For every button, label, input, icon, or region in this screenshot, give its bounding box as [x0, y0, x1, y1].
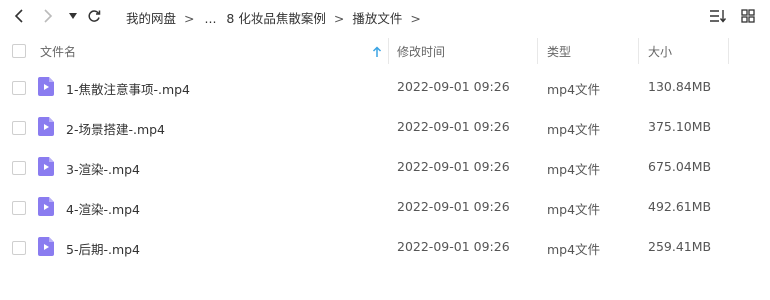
toolbar: 我的网盘 >... 8 化妆品焦散案例 > 播放文件 >	[0, 0, 770, 34]
file-type: mp4文件	[547, 242, 601, 257]
video-file-icon	[38, 77, 54, 96]
refresh-icon[interactable]	[84, 6, 104, 26]
breadcrumb-ellipsis[interactable]: ...	[205, 11, 217, 26]
breadcrumb-separator: >	[410, 11, 421, 26]
file-size: 675.04MB	[648, 159, 712, 174]
breadcrumb-root[interactable]: 我的网盘	[126, 8, 176, 27]
file-modified: 2022-09-01 09:26	[397, 79, 510, 94]
column-divider[interactable]	[388, 38, 389, 64]
file-size: 375.10MB	[648, 119, 712, 134]
file-name[interactable]: 3-渲染-.mp4	[66, 159, 140, 178]
file-row[interactable]: 2-场景搭建-.mp4 2022-09-01 09:26 mp4文件 375.1…	[0, 107, 770, 147]
video-file-icon	[38, 157, 54, 176]
grid-view-icon[interactable]	[738, 6, 758, 26]
file-name[interactable]: 5-后期-.mp4	[66, 239, 140, 258]
column-type-header[interactable]: 类型	[547, 43, 571, 60]
chevron-left-icon[interactable]	[10, 6, 30, 26]
column-divider[interactable]	[728, 38, 729, 64]
file-name[interactable]: 2-场景搭建-.mp4	[66, 119, 165, 138]
row-checkbox[interactable]	[12, 81, 26, 95]
file-row[interactable]: 1-焦散注意事项-.mp4 2022-09-01 09:26 mp4文件 130…	[0, 67, 770, 107]
file-row[interactable]: 4-渲染-.mp4 2022-09-01 09:26 mp4文件 492.61M…	[0, 187, 770, 227]
file-size: 259.41MB	[648, 239, 712, 254]
file-name[interactable]: 1-焦散注意事项-.mp4	[66, 79, 190, 98]
file-row[interactable]: 5-后期-.mp4 2022-09-01 09:26 mp4文件 259.41M…	[0, 227, 770, 267]
file-type: mp4文件	[547, 122, 601, 137]
column-modified-header[interactable]: 修改时间	[397, 43, 445, 60]
breadcrumb-folder-2[interactable]: 播放文件	[352, 8, 402, 27]
row-checkbox[interactable]	[12, 161, 26, 175]
column-name-header[interactable]: 文件名	[40, 43, 76, 60]
file-type: mp4文件	[547, 202, 601, 217]
file-modified: 2022-09-01 09:26	[397, 199, 510, 214]
breadcrumb-separator: >	[184, 11, 195, 26]
sort-arrow-up-icon[interactable]	[372, 43, 382, 57]
column-size-header[interactable]: 大小	[648, 43, 672, 60]
breadcrumb: 我的网盘 >... 8 化妆品焦散案例 > 播放文件 >	[126, 8, 429, 27]
video-file-icon	[38, 117, 54, 136]
chevron-right-icon[interactable]	[38, 6, 58, 26]
breadcrumb-separator: >	[333, 11, 345, 26]
file-row[interactable]: 3-渲染-.mp4 2022-09-01 09:26 mp4文件 675.04M…	[0, 147, 770, 187]
file-size: 130.84MB	[648, 79, 712, 94]
row-checkbox[interactable]	[12, 241, 26, 255]
file-type: mp4文件	[547, 82, 601, 97]
file-modified: 2022-09-01 09:26	[397, 119, 510, 134]
column-divider[interactable]	[537, 38, 538, 64]
file-modified: 2022-09-01 09:26	[397, 239, 510, 254]
dropdown-triangle-icon[interactable]	[63, 6, 83, 26]
column-divider[interactable]	[638, 38, 639, 64]
column-header: 文件名 修改时间 类型 大小	[0, 34, 770, 66]
select-all-checkbox[interactable]	[12, 44, 26, 58]
file-size: 492.61MB	[648, 199, 712, 214]
row-checkbox[interactable]	[12, 121, 26, 135]
file-name[interactable]: 4-渲染-.mp4	[66, 199, 140, 218]
video-file-icon	[38, 197, 54, 216]
file-type: mp4文件	[547, 162, 601, 177]
row-checkbox[interactable]	[12, 201, 26, 215]
video-file-icon	[38, 237, 54, 256]
file-modified: 2022-09-01 09:26	[397, 159, 510, 174]
sort-list-icon[interactable]	[708, 6, 728, 26]
breadcrumb-folder-1[interactable]: 8 化妆品焦散案例	[226, 8, 325, 27]
